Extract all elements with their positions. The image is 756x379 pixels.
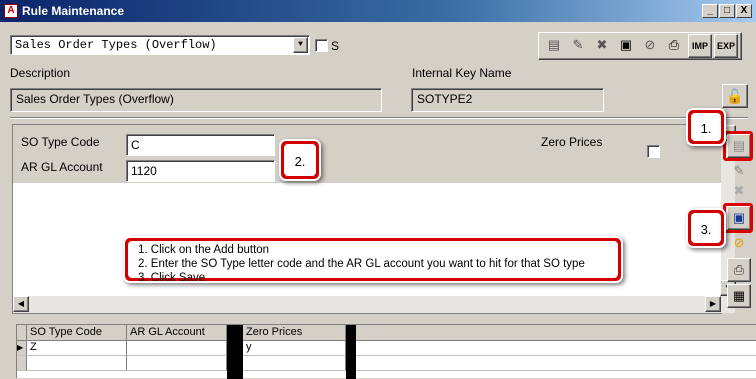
instruction-line: 1. Click on the Add button bbox=[138, 244, 270, 256]
side-toolbar: ▤ ✎ ✖ ▣ ⊘ ⎙ ▦ bbox=[726, 134, 752, 340]
scroll-left-icon[interactable]: ◀ bbox=[13, 296, 29, 312]
save-highlight bbox=[723, 203, 753, 233]
s-checkbox-label: S bbox=[331, 39, 340, 53]
delete-icon[interactable]: ✖ bbox=[727, 180, 751, 204]
delete-icon[interactable]: ✖ bbox=[590, 34, 614, 58]
callout-step-1: 1. bbox=[686, 108, 726, 146]
row-header-corner bbox=[17, 325, 27, 341]
minimize-button[interactable]: _ bbox=[702, 4, 718, 18]
grid-cell[interactable] bbox=[127, 356, 227, 371]
grid-cell-filler bbox=[356, 356, 756, 371]
internal-key-label: Internal Key Name bbox=[412, 66, 512, 80]
import-button[interactable]: IMP bbox=[688, 34, 712, 58]
grid-cell[interactable]: Z bbox=[27, 341, 127, 356]
callout-step-3: 3. bbox=[686, 208, 726, 248]
maximize-button[interactable]: □ bbox=[719, 4, 735, 18]
cancel-icon[interactable]: ⊘ bbox=[727, 232, 751, 256]
instructions-callout: 1. Click on the Add button 2. Enter the … bbox=[123, 236, 623, 284]
rule-select[interactable]: Sales Order Types (Overflow) ▼ bbox=[10, 35, 310, 55]
print-icon[interactable]: ⎙ bbox=[662, 34, 686, 58]
unlock-icon[interactable]: 🔓 bbox=[722, 84, 748, 108]
rule-select-value: Sales Order Types (Overflow) bbox=[15, 38, 217, 52]
edit-icon[interactable]: ✎ bbox=[566, 34, 590, 58]
instruction-line: 2. Enter the SO Type letter code and the… bbox=[138, 258, 585, 270]
ar-gl-account-label: AR GL Account bbox=[21, 160, 103, 174]
description-field[interactable]: Sales Order Types (Overflow) bbox=[10, 88, 382, 112]
callout-step-2-label: 2. bbox=[294, 154, 306, 169]
grid-cell[interactable]: y bbox=[243, 341, 346, 356]
hidden-column bbox=[346, 325, 356, 379]
data-grid[interactable]: SO Type Code AR GL Account Zero Prices ▶… bbox=[16, 324, 756, 379]
row-selector[interactable] bbox=[17, 356, 27, 371]
grid-cell[interactable] bbox=[127, 341, 227, 356]
s-checkbox[interactable] bbox=[315, 39, 328, 52]
divider bbox=[10, 117, 748, 119]
app-icon: A bbox=[4, 4, 18, 18]
window-title: Rule Maintenance bbox=[22, 4, 125, 18]
column-header[interactable]: Zero Prices bbox=[243, 325, 346, 341]
add-highlight bbox=[723, 131, 753, 161]
grid-cell[interactable] bbox=[243, 356, 346, 371]
internal-key-field[interactable]: SOTYPE2 bbox=[411, 88, 604, 112]
add-icon[interactable]: ▤ bbox=[542, 34, 566, 58]
callout-step-2: 2. bbox=[279, 139, 321, 181]
column-header[interactable]: SO Type Code bbox=[27, 325, 127, 341]
horizontal-scrollbar[interactable]: ◀ ▶ bbox=[13, 296, 735, 313]
description-label: Description bbox=[10, 66, 71, 80]
so-type-code-label: SO Type Code bbox=[21, 135, 100, 149]
paste-icon[interactable]: ▦ bbox=[727, 284, 751, 308]
toolbar: ▤ ✎ ✖ ▣ ⊘ ⎙ IMP EXP bbox=[538, 32, 742, 60]
instruction-line: 3. Click Save bbox=[138, 272, 206, 284]
grid-cell-filler bbox=[356, 341, 756, 356]
close-button[interactable]: X bbox=[736, 4, 752, 18]
ar-gl-account-input[interactable]: 1120 bbox=[126, 160, 275, 182]
row-selector-icon[interactable]: ▶ bbox=[17, 341, 27, 356]
export-button[interactable]: EXP bbox=[714, 34, 738, 58]
callout-step-1-label: 1. bbox=[700, 121, 712, 136]
cancel-icon[interactable]: ⊘ bbox=[638, 34, 662, 58]
so-type-code-input[interactable]: C bbox=[126, 134, 275, 156]
zero-prices-label: Zero Prices bbox=[541, 135, 603, 149]
grid-cell[interactable] bbox=[27, 356, 127, 371]
chevron-down-icon[interactable]: ▼ bbox=[293, 37, 308, 53]
column-header[interactable]: AR GL Account bbox=[127, 325, 227, 341]
callout-step-3-label: 3. bbox=[700, 222, 712, 237]
scroll-right-icon[interactable]: ▶ bbox=[705, 296, 721, 312]
print-icon[interactable]: ⎙ bbox=[727, 258, 751, 282]
save-icon[interactable]: ▣ bbox=[614, 34, 638, 58]
column-header-filler bbox=[356, 325, 756, 341]
detail-form: SO Type Code C AR GL Account 1120 Zero P… bbox=[13, 125, 721, 183]
title-bar: A Rule Maintenance _ □ X bbox=[0, 0, 756, 22]
hidden-column bbox=[227, 325, 243, 379]
zero-prices-checkbox[interactable] bbox=[647, 145, 660, 158]
